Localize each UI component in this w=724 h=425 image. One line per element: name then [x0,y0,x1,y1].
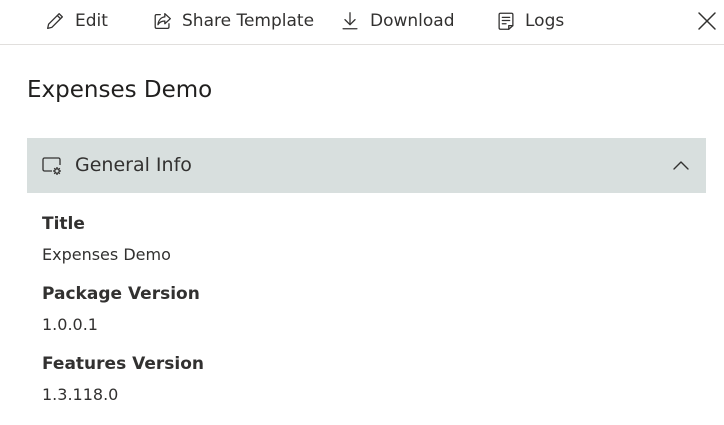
share-icon [152,10,174,32]
chevron-up-icon[interactable] [672,157,690,175]
share-template-label: Share Template [182,11,315,31]
edit-button[interactable]: Edit [44,0,108,42]
settings-window-icon [41,155,63,177]
features-version-label: Features Version [42,354,204,374]
download-icon [339,10,361,32]
download-label: Download [370,11,455,31]
title-field-label: Title [42,214,85,234]
close-icon [694,12,720,38]
download-button[interactable]: Download [339,0,455,42]
features-version-value: 1.3.118.0 [42,385,119,404]
title-field-value: Expenses Demo [42,245,171,264]
logs-label: Logs [525,11,565,31]
pencil-icon [44,10,66,32]
general-info-section-header[interactable]: General Info [27,138,706,193]
page-title: Expenses Demo [27,77,213,103]
edit-label: Edit [75,11,108,31]
command-bar: Edit Share Template Download Logs [0,0,724,45]
package-version-value: 1.0.0.1 [42,315,98,334]
logs-button[interactable]: Logs [495,0,564,42]
package-version-label: Package Version [42,284,200,304]
logs-icon [495,10,517,32]
section-title: General Info [75,154,192,176]
close-button[interactable] [694,8,720,34]
share-template-button[interactable]: Share Template [152,0,314,42]
